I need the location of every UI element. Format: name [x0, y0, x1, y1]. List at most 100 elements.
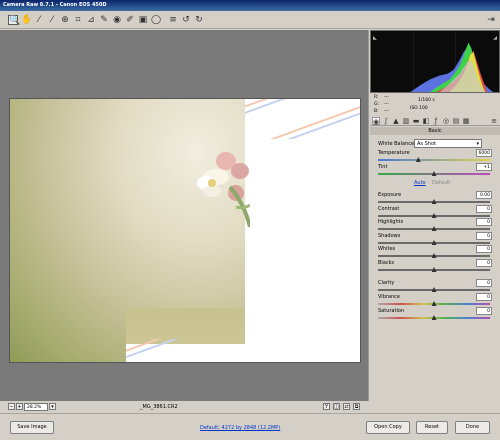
tab-effects-icon[interactable]: ƒ — [432, 117, 440, 125]
before-after-y-icon[interactable]: Y — [323, 403, 330, 410]
radial-filter-icon[interactable]: ◯ — [151, 15, 161, 25]
whites-label: Whites — [378, 246, 396, 252]
image-artifact-stripes-lower — [126, 339, 245, 359]
r-value: --- — [384, 95, 389, 100]
vibrance-label: Vibrance — [378, 294, 400, 300]
tint-label: Tint — [378, 164, 388, 170]
rotate-cw-icon[interactable]: ↻ — [194, 15, 204, 25]
reset-button[interactable]: Reset — [416, 421, 448, 434]
default-link[interactable]: Default — [432, 180, 450, 186]
highlights-value-input[interactable]: 0 — [476, 218, 492, 226]
panel-title: Basic — [370, 127, 500, 135]
adjustment-brush-icon[interactable]: ✐ — [125, 15, 135, 25]
window-title: Camera Raw 8.7.1 - Canon EOS 450D — [3, 2, 107, 8]
filename-label: _MG_3861.CR2 — [140, 404, 178, 410]
crop-tool-icon[interactable]: ⌗ — [73, 15, 83, 25]
exposure-value-input[interactable]: 0.00 — [476, 191, 492, 199]
white-balance-label: White Balance: — [378, 141, 416, 147]
tab-basic-icon[interactable]: ◉ — [372, 117, 380, 126]
contrast-label: Contrast — [378, 206, 400, 212]
toolbar: ⇥ 🔍 ✋ ⁄ ⁄ ⊕ ⌗ ⊿ ✎ ◉ ✐ ▣ ◯ ≡ ↺ ↻ — [0, 11, 500, 29]
bottom-bar: Save Image Default: 4272 by 2848 (12.2MP… — [0, 413, 500, 440]
temperature-label: Temperature — [378, 150, 410, 156]
tint-slider[interactable]: Tint +1 — [378, 163, 492, 178]
vibrance-slider[interactable]: Vibrance 0 — [378, 293, 492, 308]
tab-presets-icon[interactable]: ▤ — [452, 117, 460, 125]
save-image-button[interactable]: Save Image — [10, 421, 54, 434]
whites-slider[interactable]: Whites 0 — [378, 245, 492, 260]
shutter-speed: 1/160 s — [418, 98, 435, 103]
target-adjustment-tool-icon[interactable]: ⊕ — [60, 15, 70, 25]
flower-graphic — [197, 152, 250, 227]
auto-link[interactable]: Auto — [414, 180, 426, 186]
chevron-down-icon: ▾ — [476, 141, 479, 147]
b-label: B: — [374, 109, 379, 114]
shadows-slider[interactable]: Shadows 0 — [378, 232, 492, 247]
saturation-label: Saturation — [378, 308, 405, 314]
g-value: --- — [384, 102, 389, 107]
saturation-slider[interactable]: Saturation 0 — [378, 307, 492, 322]
blacks-label: Blacks — [378, 260, 395, 266]
tab-lens-icon[interactable]: ◧ — [422, 117, 430, 125]
tab-hsl-icon[interactable]: ▥ — [402, 117, 410, 125]
zoom-dropdown-icon[interactable]: ▾ — [49, 403, 56, 410]
done-button[interactable]: Done — [455, 421, 490, 434]
temperature-slider[interactable]: Temperature 6000 — [378, 149, 492, 164]
vibrance-value-input[interactable]: 0 — [476, 293, 492, 301]
tab-split-toning-icon[interactable]: ▬ — [412, 117, 420, 125]
clarity-value-input[interactable]: 0 — [476, 279, 492, 287]
panel-tabs: ◉ ∫ ▲ ▥ ▬ ◧ ƒ ◎ ▤ ▦ ≡ — [370, 116, 500, 126]
preview-canvas[interactable] — [0, 30, 369, 401]
blacks-slider[interactable]: Blacks 0 — [378, 259, 492, 274]
white-balance-value: As Shot — [417, 141, 436, 147]
open-copy-button[interactable]: Open Copy — [366, 421, 410, 434]
clarity-slider[interactable]: Clarity 0 — [378, 279, 492, 294]
saturation-value-input[interactable]: 0 — [476, 307, 492, 315]
clarity-label: Clarity — [378, 280, 395, 286]
g-label: G: — [374, 102, 380, 107]
highlights-slider[interactable]: Highlights 0 — [378, 218, 492, 233]
temperature-track[interactable] — [378, 159, 490, 161]
contrast-slider[interactable]: Contrast 0 — [378, 205, 492, 220]
status-bar: − + 28.2% ▾ _MG_3861.CR2 Y ◫ ⇄ ⧉ — [0, 401, 369, 413]
rotate-ccw-icon[interactable]: ↺ — [181, 15, 191, 25]
color-sampler-tool-icon[interactable]: ⁄ — [47, 15, 57, 25]
tab-camera-calibration-icon[interactable]: ◎ — [442, 117, 450, 125]
shadows-value-input[interactable]: 0 — [476, 232, 492, 240]
zoom-level-select[interactable]: 28.2% — [24, 403, 48, 411]
white-balance-tool-icon[interactable]: ⁄ — [34, 15, 44, 25]
blacks-value-input[interactable]: 0 — [476, 259, 492, 267]
hand-tool-icon[interactable]: ✋ — [21, 15, 32, 25]
whites-value-input[interactable]: 0 — [476, 245, 492, 253]
open-preview-icon[interactable]: ⇥ — [486, 15, 496, 25]
tab-detail-icon[interactable]: ▲ — [392, 117, 400, 125]
straighten-tool-icon[interactable]: ⊿ — [86, 15, 96, 25]
white-balance-select[interactable]: As Shot ▾ — [414, 139, 482, 148]
temperature-value-input[interactable]: 6000 — [476, 149, 492, 157]
tab-tone-curve-icon[interactable]: ∫ — [382, 117, 390, 125]
workflow-options-link[interactable]: Default: 4272 by 2848 (12.2MP) — [200, 425, 280, 431]
spot-removal-tool-icon[interactable]: ✎ — [99, 15, 109, 25]
before-after-toggle-icon[interactable]: ◫ — [333, 403, 340, 410]
swap-settings-icon[interactable]: ⇄ — [343, 403, 350, 410]
zoom-tool-icon[interactable]: 🔍 — [8, 15, 20, 26]
tint-value-input[interactable]: +1 — [476, 163, 492, 171]
graduated-filter-icon[interactable]: ▣ — [138, 15, 148, 25]
zoom-out-button[interactable]: − — [8, 403, 15, 410]
zoom-in-button[interactable]: + — [16, 403, 23, 410]
preview-image — [9, 98, 361, 363]
shadows-label: Shadows — [378, 233, 401, 239]
tab-snapshots-icon[interactable]: ▦ — [462, 117, 470, 125]
right-panel: R: --- G: --- B: --- 1/160 s ISO 100 ◉ ∫… — [370, 30, 500, 413]
image-artifact-stripes — [245, 99, 360, 139]
preferences-icon[interactable]: ≡ — [168, 15, 178, 25]
title-bar: Camera Raw 8.7.1 - Canon EOS 450D — [0, 0, 500, 11]
panel-menu-icon[interactable]: ≡ — [490, 117, 498, 125]
highlights-label: Highlights — [378, 219, 404, 225]
contrast-value-input[interactable]: 0 — [476, 205, 492, 213]
exposure-slider[interactable]: Exposure 0.00 — [378, 191, 492, 206]
red-eye-tool-icon[interactable]: ◉ — [112, 15, 122, 25]
copy-settings-icon[interactable]: ⧉ — [353, 403, 360, 410]
iso-value: ISO 100 — [410, 106, 428, 111]
rgb-readout: R: --- G: --- B: --- 1/160 s ISO 100 — [370, 93, 500, 115]
